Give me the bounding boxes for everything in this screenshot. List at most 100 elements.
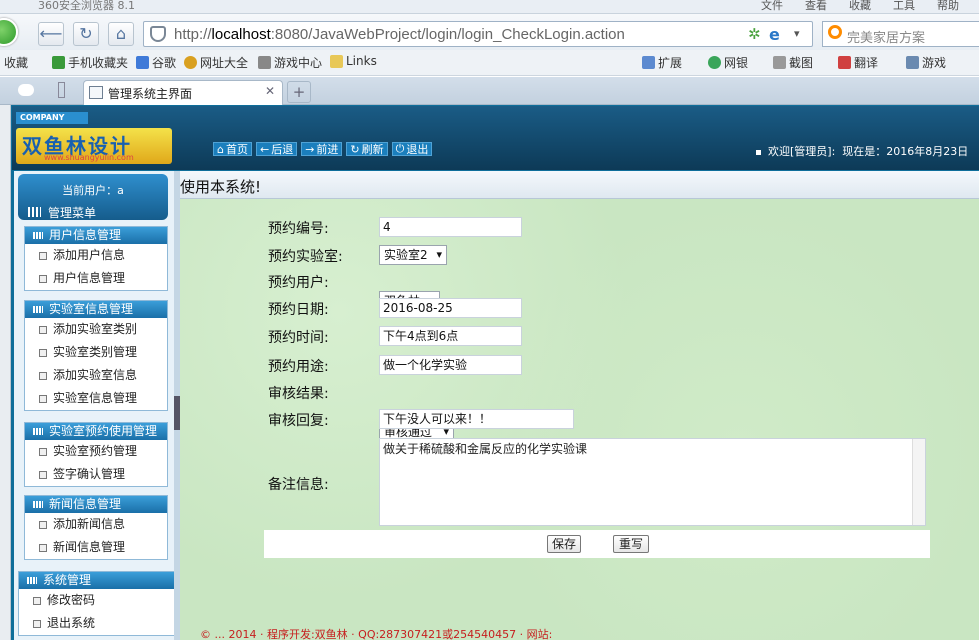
label-notes: 备注信息: — [268, 477, 329, 493]
menu-group-title[interactable]: 用户信息管理 — [25, 227, 167, 244]
cloud-icon[interactable] — [18, 84, 34, 96]
menu-group-bookings: 实验室预约使用管理 实验室预约管理 签字确认管理 — [24, 422, 168, 487]
main-welcome: 使用本系统! — [180, 178, 262, 196]
nav-forward[interactable]: → 前进 — [301, 142, 343, 156]
menu-logout[interactable]: 退出系统 — [19, 612, 175, 635]
search-input[interactable]: 完美家居方案 — [847, 27, 925, 46]
home-icon[interactable]: ⌂ — [108, 22, 134, 46]
tool-games[interactable]: 游戏 — [906, 54, 946, 71]
label-time: 预约时间: — [268, 330, 329, 346]
menu-group-users: 用户信息管理 添加用户信息 用户信息管理 — [24, 226, 168, 291]
brand-url: www.shuangyulin.com — [44, 153, 134, 162]
menu-manage-users[interactable]: 用户信息管理 — [25, 267, 167, 290]
fav-mobile[interactable]: 手机收藏夹 — [52, 54, 128, 71]
menu-favorites[interactable]: 收藏 — [849, 0, 871, 13]
fav-games[interactable]: 游戏中心 — [258, 54, 322, 71]
menu-group-title[interactable]: 系统管理 — [19, 572, 175, 589]
tab-title: 管理系统主界面 — [108, 87, 193, 101]
menu-group-news: 新闻信息管理 添加新闻信息 新闻信息管理 — [24, 495, 168, 560]
nav-back[interactable]: ← 后退 — [255, 142, 298, 156]
chevron-down-icon[interactable]: ▾ — [794, 27, 800, 40]
label-booking-id: 预约编号: — [268, 221, 329, 237]
reset-button[interactable]: 重写 — [613, 535, 649, 553]
tool-extensions[interactable]: 扩展 — [642, 54, 682, 71]
label-result: 审核结果: — [268, 386, 329, 402]
fav-links[interactable]: Links — [330, 54, 377, 68]
label-purpose: 预约用途: — [268, 359, 329, 375]
favorites-button[interactable]: 收藏 — [4, 54, 28, 71]
menu-group-system: 系统管理 修改密码 退出系统 — [18, 571, 176, 636]
menu-manage-news[interactable]: 新闻信息管理 — [25, 536, 167, 559]
menu-title: 管理菜单 — [48, 206, 97, 220]
notes-text: 做关于稀硫酸和金属反应的化学实验课 — [383, 442, 588, 456]
browser-logo-icon — [0, 18, 18, 46]
menu-add-lab-type[interactable]: 添加实验室类别 — [25, 318, 167, 341]
menu-group-title[interactable]: 新闻信息管理 — [25, 496, 167, 513]
menu-add-news[interactable]: 添加新闻信息 — [25, 513, 167, 536]
refresh-icon[interactable]: ↻ — [73, 22, 99, 46]
main-header: 使用本系统! — [180, 171, 979, 199]
menu-change-password[interactable]: 修改密码 — [19, 589, 175, 612]
address-bar[interactable]: http://localhost:8080/JavaWebProject/log… — [143, 21, 813, 47]
main-content — [180, 171, 979, 640]
fav-google[interactable]: 谷歌 — [136, 54, 176, 71]
menu-manage-labs[interactable]: 实验室信息管理 — [25, 387, 167, 410]
tool-translate[interactable]: 翻译 — [838, 54, 878, 71]
tab-main[interactable]: 管理系统主界面 ✕ — [83, 80, 283, 105]
welcome-status: 欢迎[管理员]: 现在是：2016年8月23日 — [756, 143, 968, 159]
menu-add-lab[interactable]: 添加实验室信息 — [25, 364, 167, 387]
home-icon: ⌂ — [217, 142, 224, 156]
nav-logout[interactable]: ⏻ 退出 — [391, 142, 433, 156]
phone-icon[interactable] — [58, 82, 65, 98]
label-lab: 预约实验室: — [268, 249, 343, 265]
reply-field[interactable]: 下午没人可以来！！ — [379, 409, 574, 429]
brand-logo: 双鱼林设计 www.shuangyulin.com — [16, 128, 172, 164]
search-icon — [828, 25, 842, 39]
date-field[interactable]: 2016-08-25 — [379, 298, 522, 318]
company-label: COMPANY — [16, 112, 88, 124]
arrow-right-icon: → — [305, 142, 315, 156]
menu-view[interactable]: 查看 — [805, 0, 827, 13]
purpose-field[interactable]: 做一个化学实验 — [379, 355, 522, 375]
arrow-left-icon: ← — [259, 142, 270, 156]
tool-bank[interactable]: 网银 — [708, 54, 748, 71]
menu-manage-bookings[interactable]: 实验室预约管理 — [25, 440, 167, 463]
menu-group-title[interactable]: 实验室预约使用管理 — [25, 423, 167, 440]
menu-help[interactable]: 帮助 — [937, 0, 959, 13]
save-button[interactable]: 保存 — [547, 535, 581, 553]
shield-icon — [150, 26, 166, 42]
close-icon[interactable]: ✕ — [265, 84, 275, 98]
notes-textarea[interactable]: 做关于稀硫酸和金属反应的化学实验课 — [379, 438, 926, 526]
address-url[interactable]: http://localhost:8080/JavaWebProject/log… — [174, 26, 625, 43]
user-panel: 当前用户：a 管理菜单 — [18, 174, 168, 220]
time-field[interactable]: 下午4点到6点 — [379, 326, 522, 346]
menu-tools[interactable]: 工具 — [893, 0, 915, 13]
back-icon[interactable]: ⟵ — [38, 22, 64, 46]
menu-add-user[interactable]: 添加用户信息 — [25, 244, 167, 267]
nav-refresh[interactable]: ↻ 刷新 — [346, 142, 388, 156]
current-user: 当前用户：a — [62, 184, 124, 197]
menu-sign-confirm[interactable]: 签字确认管理 — [25, 463, 167, 486]
ie-engine-icon[interactable]: e — [769, 25, 780, 44]
new-tab-button[interactable]: + — [287, 81, 311, 103]
reload-icon[interactable]: ✲ — [748, 25, 761, 43]
fav-hao[interactable]: 网址大全 — [184, 54, 248, 71]
browser-title-bar: 360安全浏览器 8.1 文件 查看 收藏 工具 帮助 — [0, 0, 979, 14]
search-box[interactable]: 完美家居方案 — [822, 21, 979, 47]
power-icon: ⏻ — [395, 142, 405, 155]
browser-side-strip — [0, 105, 11, 640]
favorites-bar: 收藏 手机收藏夹 谷歌 网址大全 游戏中心 Links 扩展 网银 截图 翻译 … — [0, 50, 979, 76]
menu-group-title[interactable]: 实验室信息管理 — [25, 301, 167, 318]
tool-screenshot[interactable]: 截图 — [773, 54, 813, 71]
menu-manage-lab-types[interactable]: 实验室类别管理 — [25, 341, 167, 364]
notes-scrollbar[interactable] — [912, 439, 925, 525]
lab-select[interactable]: 实验室2 — [379, 245, 447, 265]
browser-nav-bar: ⟵ ↻ ⌂ http://localhost:8080/JavaWebProje… — [0, 14, 979, 50]
menu-file[interactable]: 文件 — [761, 0, 783, 13]
tab-bar: 管理系统主界面 ✕ + — [0, 77, 979, 105]
browser-menu: 文件 查看 收藏 工具 帮助 — [761, 0, 959, 13]
button-row — [264, 530, 930, 558]
nav-home[interactable]: ⌂ 首页 — [213, 142, 252, 156]
label-user: 预约用户: — [268, 275, 329, 291]
booking-id-field[interactable]: 4 — [379, 217, 522, 237]
